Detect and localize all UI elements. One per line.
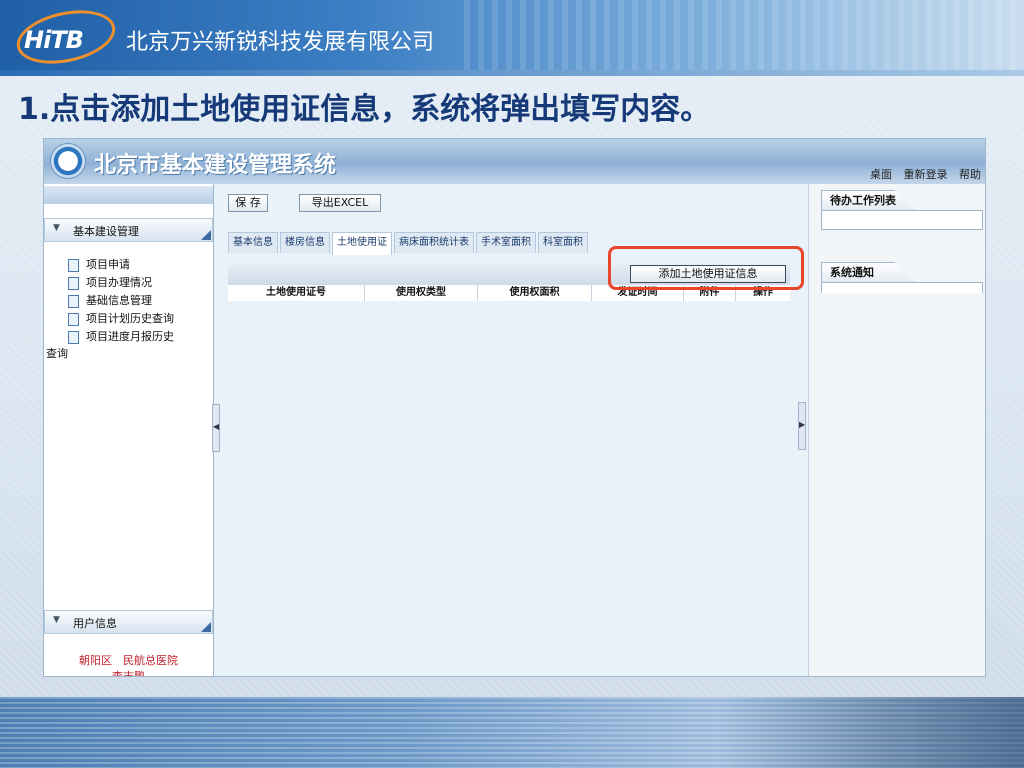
- corner-icon: [201, 230, 211, 240]
- menu-item-basic-info[interactable]: 基础信息管理: [44, 292, 213, 310]
- beijing-emblem-icon: [50, 143, 86, 179]
- document-icon: [68, 277, 79, 290]
- app-body: ▼ 基本建设管理 项目申请 项目办理情况 基础信息管理 项目计划历史查询 项目进…: [44, 184, 985, 676]
- section-label: 用户信息: [73, 617, 117, 630]
- app-window: 北京市基本建设管理系统 桌面 重新登录 帮助 ▼ 基本建设管理 项目申请 项目办…: [43, 138, 986, 677]
- document-icon: [68, 331, 79, 344]
- app-title: 北京市基本建设管理系统: [94, 152, 337, 178]
- menu-item-project-status[interactable]: 项目办理情况: [44, 274, 213, 292]
- column-header-right-area: 使用权面积: [478, 285, 592, 301]
- section-label: 基本建设管理: [73, 225, 139, 238]
- todo-list-title: 待办工作列表: [821, 190, 915, 210]
- user-info: 朝阳区 民航总医院 李志鹏: [44, 653, 213, 677]
- header-links: 桌面 重新登录 帮助: [862, 166, 981, 182]
- document-icon: [68, 313, 79, 326]
- user-org: 朝阳区 民航总医院: [79, 654, 178, 667]
- menu-item-wrap[interactable]: 查询: [44, 346, 213, 362]
- save-button[interactable]: 保 存: [228, 194, 268, 212]
- menu-item-project-apply[interactable]: 项目申请: [44, 256, 213, 274]
- chevron-down-icon: ▼: [53, 223, 60, 233]
- tab-bed-area-stats[interactable]: 病床面积统计表: [394, 232, 474, 253]
- slide-banner: HiTB 北京万兴新锐科技发展有限公司: [0, 0, 1024, 76]
- right-collapse-handle[interactable]: ▶: [798, 402, 806, 450]
- menu-item-label: 项目进度月报历史: [86, 330, 174, 343]
- logo-text: HiTB: [24, 26, 84, 54]
- tab-basic-info[interactable]: 基本信息: [228, 232, 278, 253]
- help-link[interactable]: 帮助: [959, 168, 981, 181]
- tab-department-area[interactable]: 科室面积: [538, 232, 588, 253]
- tab-land-certificate[interactable]: 土地使用证: [332, 232, 392, 255]
- menu-item-monthly-history[interactable]: 项目进度月报历史: [44, 328, 213, 346]
- app-header: 北京市基本建设管理系统 桌面 重新登录 帮助: [44, 139, 985, 184]
- menu-item-label: 项目办理情况: [86, 276, 152, 289]
- menu-list: 项目申请 项目办理情况 基础信息管理 项目计划历史查询 项目进度月报历史 查询: [44, 256, 213, 362]
- company-name: 北京万兴新锐科技发展有限公司: [126, 30, 435, 55]
- banner-decoration: [464, 0, 1024, 70]
- footer-image: [724, 697, 1024, 768]
- left-panel: ▼ 基本建设管理 项目申请 项目办理情况 基础信息管理 项目计划历史查询 项目进…: [44, 184, 214, 676]
- left-collapse-handle[interactable]: ◀: [212, 404, 220, 452]
- system-notice-title: 系统通知: [821, 262, 915, 282]
- section-user-info[interactable]: ▼ 用户信息: [44, 610, 213, 634]
- tab-building-info[interactable]: 楼房信息: [280, 232, 330, 253]
- step-title: 1.点击添加土地使用证信息，系统将弹出填写内容。: [18, 92, 711, 127]
- menu-item-label: 项目计划历史查询: [86, 312, 174, 325]
- column-header-right-type: 使用权类型: [365, 285, 478, 301]
- document-icon: [68, 259, 79, 272]
- system-notice-box: [821, 282, 983, 293]
- desktop-link[interactable]: 桌面: [870, 168, 892, 181]
- relogin-link[interactable]: 重新登录: [904, 168, 948, 181]
- user-name: 李志鹏: [112, 670, 145, 677]
- corner-icon: [201, 622, 211, 632]
- export-excel-button[interactable]: 导出EXCEL: [299, 194, 381, 212]
- right-panel: 待办工作列表 系统通知: [808, 184, 985, 676]
- left-panel-header: [44, 186, 213, 204]
- slide-footer: [0, 697, 1024, 768]
- tab-operating-room-area[interactable]: 手术室面积: [476, 232, 536, 253]
- menu-item-plan-history[interactable]: 项目计划历史查询: [44, 310, 213, 328]
- chevron-down-icon: ▼: [53, 615, 60, 625]
- section-basic-construction[interactable]: ▼ 基本建设管理: [44, 218, 213, 242]
- tab-bar: 基本信息 楼房信息 土地使用证 病床面积统计表 手术室面积 科室面积: [228, 232, 590, 255]
- menu-item-label: 基础信息管理: [86, 294, 152, 307]
- document-icon: [68, 295, 79, 308]
- todo-list-box: [821, 210, 983, 230]
- menu-item-label: 项目申请: [86, 258, 130, 271]
- column-header-cert-no: 土地使用证号: [228, 285, 365, 301]
- company-logo: HiTB: [11, 2, 121, 72]
- highlight-annotation: [608, 246, 804, 290]
